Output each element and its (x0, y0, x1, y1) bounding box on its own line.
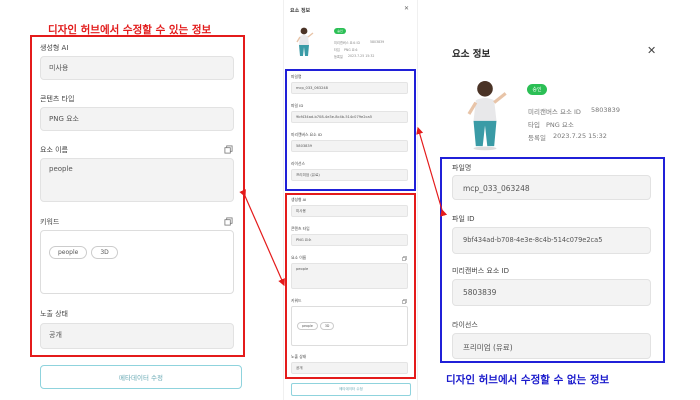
mini-license-label: 라이선스 (291, 161, 305, 166)
exposure-status-label: 노출 상태 (40, 310, 68, 318)
mini-license-field: 프리미엄 (유료) (291, 169, 408, 181)
keyword-label: 키워드 (40, 218, 60, 226)
status-badge: 승인 (527, 84, 547, 95)
copy-icon[interactable] (402, 256, 407, 261)
arrow-readonly-to-mini (416, 126, 448, 217)
close-icon[interactable]: ✕ (647, 44, 656, 57)
keyword-input[interactable]: people 3D (40, 230, 234, 294)
mini-keyword-label: 키워드 (291, 298, 302, 303)
meta-type-label: 타입 (528, 121, 540, 129)
mini-file-id-field: 9bf434ad-b708-4e3e-8c4b-514c079e2ca5 (291, 111, 408, 123)
mini-keyword-input[interactable]: people 3D (291, 306, 408, 346)
meta-type: PNG 요소 (546, 121, 574, 129)
meta-element-id-label: 미리캔버스 요소 ID (528, 108, 581, 116)
filename-label: 파일명 (452, 164, 472, 172)
filename-field: mcp_033_063248 (452, 175, 651, 200)
mini-element-id-field: 5803839 (291, 140, 408, 152)
mini-content-type-field: PNG 요소 (291, 234, 408, 246)
keyword-chip[interactable]: people (49, 246, 88, 259)
mini-element-name-label: 요소 이름 (291, 255, 307, 260)
element-id-field: 5803839 (452, 279, 651, 306)
mini-exposure-label: 노출 상태 (291, 354, 307, 359)
edit-metadata-button[interactable]: 메타데이터 수정 (40, 365, 242, 389)
copy-icon[interactable] (224, 145, 233, 154)
mini-meta-registered: 2023.7.25 15:32 (348, 54, 375, 58)
panel-title: 요소 정보 (452, 49, 491, 60)
content-type-label: 콘텐츠 타입 (40, 95, 75, 103)
generated-ai-field: 미사용 (40, 56, 234, 80)
arrow-editable-to-mini (239, 189, 285, 287)
close-icon[interactable]: ✕ (404, 5, 409, 12)
non-editable-info-caption: 디자인 허브에서 수정할 수 없는 정보 (446, 374, 610, 386)
meta-registered: 2023.7.25 15:32 (553, 132, 607, 140)
mini-generated-field: 미사용 (291, 205, 408, 217)
license-label: 라이선스 (452, 321, 478, 329)
element-name-input[interactable]: people (40, 158, 234, 202)
mini-exposure-select[interactable]: 공개 (291, 362, 408, 374)
mini-panel-title: 요소 정보 (290, 8, 311, 14)
mini-meta-type: PNG 요소 (344, 48, 358, 52)
person-thumbnail (296, 27, 314, 56)
generated-ai-label: 생성형 AI (40, 44, 69, 52)
file-id-field: 9bf434ad-b708-4e3e-8c4b-514c079e2ca5 (452, 227, 651, 254)
copy-icon[interactable] (224, 217, 233, 226)
mini-keyword-chip[interactable]: 3D (319, 322, 335, 330)
mini-filename-field: mcp_033_063248 (291, 82, 408, 94)
mini-element-id-label: 미리캔버스 요소 ID (291, 132, 322, 137)
mini-element-name-input[interactable]: people (291, 263, 408, 289)
mini-status-badge: 승인 (334, 28, 346, 34)
keyword-chip[interactable]: 3D (91, 246, 118, 259)
mini-keyword-chip[interactable]: people (297, 322, 318, 330)
mini-meta-element-id-label: 미리캔버스 요소 ID (334, 41, 360, 45)
license-field: 프리미엄 (유료) (452, 333, 651, 359)
mini-generated-label: 생성형 AI (291, 197, 307, 202)
meta-registered-label: 등록일 (528, 134, 546, 142)
mini-file-id-label: 파일 ID (291, 103, 304, 108)
mini-meta-type-label: 타입 (334, 48, 340, 52)
mini-content-type-label: 콘텐츠 타입 (291, 226, 310, 231)
person-thumbnail (467, 80, 507, 151)
element-name-label: 요소 이름 (40, 146, 68, 154)
element-id-label: 미리캔버스 요소 ID (452, 267, 509, 275)
exposure-status-select[interactable]: 공개 (40, 323, 234, 349)
mini-edit-metadata-button[interactable]: 메타데이터 수정 (291, 383, 411, 396)
mini-meta-registered-label: 등록일 (334, 55, 343, 59)
meta-element-id: 5803839 (591, 106, 620, 114)
mini-filename-label: 파일명 (291, 74, 302, 79)
file-id-label: 파일 ID (452, 215, 475, 223)
mini-meta-element-id: 5803839 (370, 40, 385, 44)
copy-icon[interactable] (402, 299, 407, 304)
content-type-field: PNG 요소 (40, 107, 234, 131)
